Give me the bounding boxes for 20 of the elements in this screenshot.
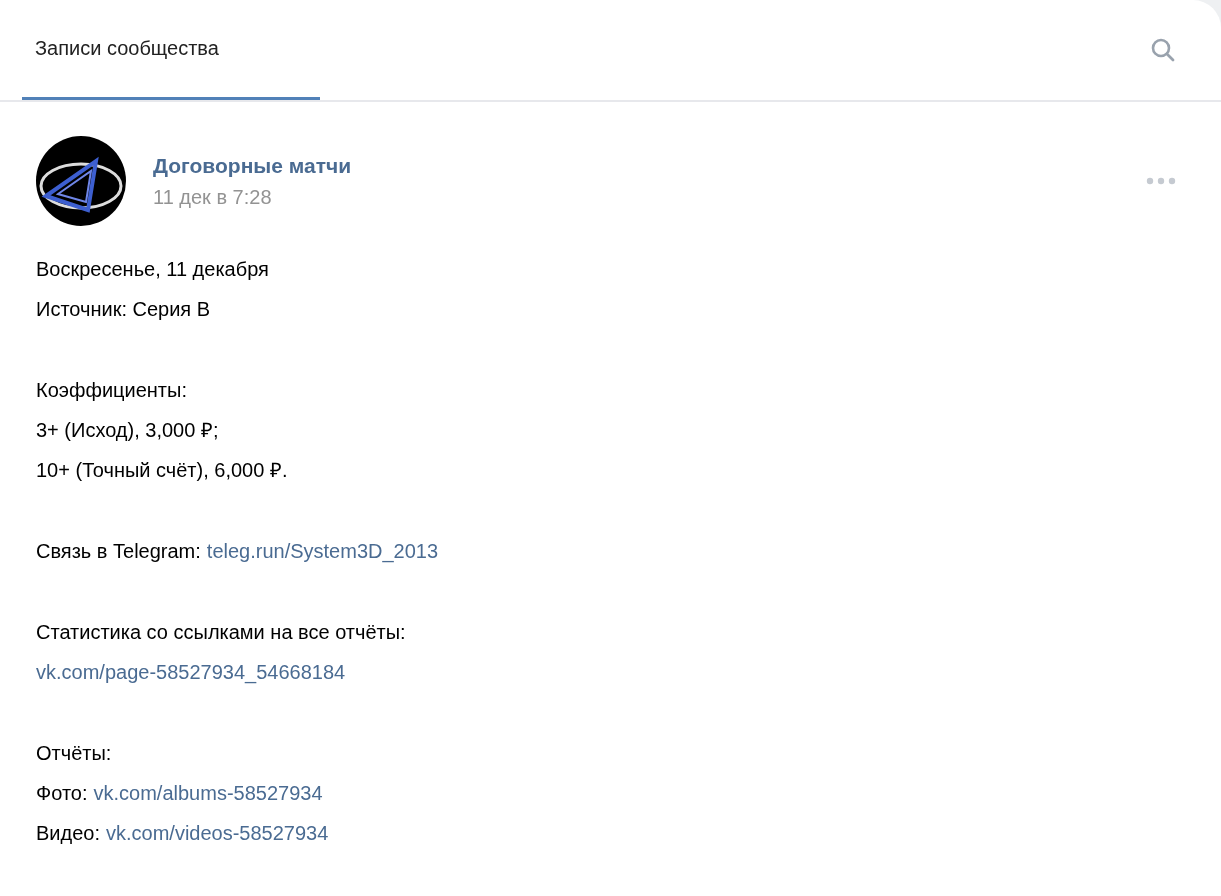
post-text: Источник: Серия B bbox=[36, 297, 211, 322]
link[interactable]: vk.com/page-58527934_54668184 bbox=[36, 652, 346, 692]
post-text: Статистика со ссылками на все отчёты: bbox=[36, 620, 406, 645]
triangle-logo-icon[interactable] bbox=[36, 136, 126, 226]
post-text: 3+ (Исход), 3,000 ₽; bbox=[36, 418, 219, 443]
post-text: Отчёты: bbox=[36, 741, 112, 766]
post-text: Связь в Telegram: bbox=[36, 539, 201, 564]
post-date: 11 дек в 7:28 bbox=[153, 185, 272, 209]
author-link[interactable]: Договорные матчи bbox=[153, 153, 352, 178]
post-text: Фото: bbox=[36, 781, 88, 806]
link[interactable]: vk.com/albums-58527934 bbox=[93, 773, 323, 813]
more-icon[interactable] bbox=[1146, 177, 1176, 185]
search-icon[interactable] bbox=[1150, 37, 1176, 63]
link[interactable]: vk.com/videos-58527934 bbox=[106, 813, 329, 853]
link[interactable]: teleg.run/System3D_2013 bbox=[206, 531, 439, 571]
post-text: 10+ (Точный счёт), 6,000 ₽. bbox=[36, 458, 288, 483]
tab[interactable]: Записи сообщества bbox=[22, 0, 320, 100]
post-text: Коэффициенты: bbox=[36, 378, 187, 403]
post-text: Воскресенье, 11 декабря bbox=[36, 257, 269, 282]
post-text: Видео: bbox=[36, 821, 100, 846]
